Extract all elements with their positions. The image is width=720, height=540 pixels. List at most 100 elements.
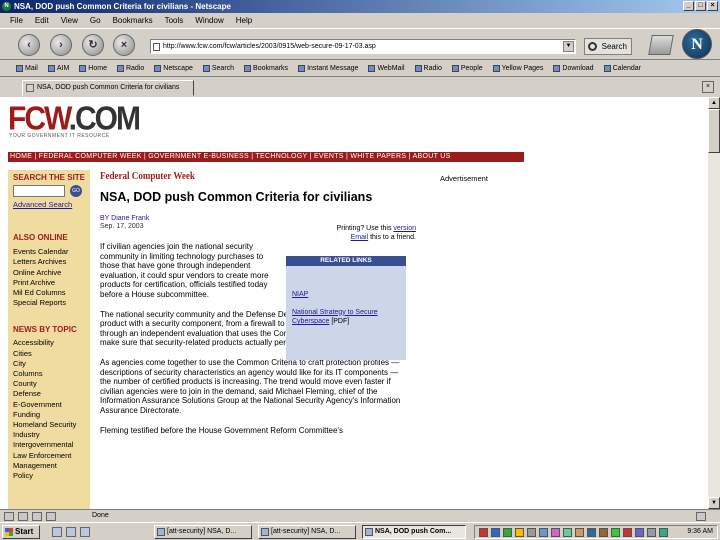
tray-icon[interactable] bbox=[503, 528, 512, 537]
topic-link[interactable]: Intergovernmental bbox=[8, 440, 90, 450]
taskbar-item-active[interactable]: NSA, DOD push Com... bbox=[362, 525, 466, 539]
tray-icon[interactable] bbox=[563, 528, 572, 537]
stop-icon[interactable]: × bbox=[113, 34, 135, 56]
sidebar-link[interactable]: Print Archive bbox=[8, 278, 90, 288]
url-dropdown-icon[interactable]: ▼ bbox=[563, 41, 574, 52]
tray-icon[interactable] bbox=[527, 528, 536, 537]
article-byline[interactable]: BY Diane Frank bbox=[100, 215, 410, 222]
netscape-throbber-icon[interactable]: N bbox=[682, 29, 712, 59]
tray-icon[interactable] bbox=[647, 528, 656, 537]
scroll-down-icon[interactable]: ▼ bbox=[708, 497, 720, 509]
url-input[interactable]: http://www.fcw.com/fcw/articles/2003/091… bbox=[150, 39, 576, 54]
bookmark-item[interactable]: Download bbox=[553, 64, 594, 72]
sidebar-link[interactable]: Events Calendar bbox=[8, 247, 90, 257]
bookmark-item[interactable]: AIM bbox=[47, 64, 69, 72]
menu-tools[interactable]: Tools bbox=[165, 16, 184, 25]
vertical-scrollbar[interactable]: ▲ ▼ bbox=[708, 97, 720, 509]
maximize-button[interactable]: □ bbox=[695, 1, 706, 11]
topic-link[interactable]: Law Enforcement bbox=[8, 451, 90, 461]
site-search-input[interactable] bbox=[13, 185, 65, 197]
bookmark-item[interactable]: Netscape bbox=[154, 64, 193, 72]
tray-icon[interactable] bbox=[623, 528, 632, 537]
scroll-thumb[interactable] bbox=[708, 109, 720, 153]
status-address-icon[interactable] bbox=[46, 512, 56, 521]
bookmark-item[interactable]: WebMail bbox=[368, 64, 405, 72]
bookmark-item[interactable]: Bookmarks bbox=[244, 64, 288, 72]
tray-icon[interactable] bbox=[635, 528, 644, 537]
go-button[interactable]: GO bbox=[70, 185, 82, 197]
scroll-up-icon[interactable]: ▲ bbox=[708, 97, 720, 109]
quicklaunch-ie-icon[interactable] bbox=[52, 527, 62, 537]
bookmark-item[interactable]: Yellow Pages bbox=[492, 64, 543, 72]
bookmark-item[interactable]: Instant Message bbox=[298, 64, 358, 72]
start-button[interactable]: Start bbox=[2, 525, 40, 539]
taskbar-item[interactable]: [att-security] NSA, D... bbox=[258, 525, 356, 539]
sidebar-link[interactable]: Online Archive bbox=[8, 268, 90, 278]
topic-link[interactable]: E-Government bbox=[8, 400, 90, 410]
status-mail-icon[interactable] bbox=[4, 512, 14, 521]
menu-view[interactable]: View bbox=[61, 16, 78, 25]
topic-link[interactable]: Policy bbox=[8, 471, 90, 481]
bookmark-item[interactable]: Mail bbox=[16, 64, 38, 72]
sidebar-link[interactable]: Letters Archives bbox=[8, 257, 90, 267]
tray-icon[interactable] bbox=[551, 528, 560, 537]
taskbar-item[interactable]: [att-security] NSA, D... bbox=[154, 525, 252, 539]
topic-link[interactable]: Accessibility bbox=[8, 338, 90, 348]
status-aim-icon[interactable] bbox=[18, 512, 28, 521]
advanced-search-link[interactable]: Advanced Search bbox=[8, 200, 90, 210]
security-lock-icon[interactable] bbox=[696, 512, 706, 521]
close-button[interactable]: × bbox=[707, 1, 718, 11]
menu-edit[interactable]: Edit bbox=[35, 16, 49, 25]
minimize-button[interactable]: _ bbox=[683, 1, 694, 11]
back-icon[interactable]: ‹ bbox=[18, 34, 40, 56]
tray-icon[interactable] bbox=[491, 528, 500, 537]
reload-icon[interactable]: ↻ bbox=[82, 34, 104, 56]
topic-link[interactable]: Homeland Security bbox=[8, 420, 90, 430]
related-link-strategy[interactable]: National Strategy to Secure bbox=[286, 308, 406, 318]
tray-icon[interactable] bbox=[479, 528, 488, 537]
tray-icon[interactable] bbox=[539, 528, 548, 537]
site-nav-bar[interactable]: HOME | FEDERAL COMPUTER WEEK | GOVERNMEN… bbox=[8, 152, 524, 162]
close-tab-icon[interactable]: × bbox=[702, 81, 714, 93]
topic-link[interactable]: Columns bbox=[8, 369, 90, 379]
menu-go[interactable]: Go bbox=[90, 16, 101, 25]
menu-file[interactable]: File bbox=[10, 16, 23, 25]
topic-link[interactable]: Funding bbox=[8, 410, 90, 420]
home-icon bbox=[79, 64, 87, 72]
forward-icon[interactable]: › bbox=[50, 34, 72, 56]
tray-icon[interactable] bbox=[575, 528, 584, 537]
related-link-cyberspace[interactable]: Cyberspace bbox=[292, 318, 329, 325]
topic-link[interactable]: Industry bbox=[8, 430, 90, 440]
tray-icon[interactable] bbox=[659, 528, 668, 537]
status-composer-icon[interactable] bbox=[32, 512, 42, 521]
email-link[interactable]: Email bbox=[351, 234, 369, 241]
tray-icon[interactable] bbox=[599, 528, 608, 537]
menu-window[interactable]: Window bbox=[195, 16, 223, 25]
bookmark-item[interactable]: Radio bbox=[116, 64, 144, 72]
tray-icon[interactable] bbox=[611, 528, 620, 537]
sidebar-link[interactable]: Special Reports bbox=[8, 298, 90, 308]
topic-link[interactable]: City bbox=[8, 359, 90, 369]
bookmark-item[interactable]: Calendar bbox=[603, 64, 641, 72]
topic-link[interactable]: Cities bbox=[8, 349, 90, 359]
url-text: http://www.fcw.com/fcw/articles/2003/091… bbox=[163, 43, 376, 50]
quicklaunch-outlook-icon[interactable] bbox=[80, 527, 90, 537]
related-link-niap[interactable]: NIAP bbox=[286, 290, 406, 300]
search-button[interactable]: Search bbox=[584, 38, 632, 55]
bookmark-item[interactable]: Radio bbox=[414, 64, 442, 72]
topic-link[interactable]: Management bbox=[8, 461, 90, 471]
tray-icon[interactable] bbox=[515, 528, 524, 537]
quicklaunch-desktop-icon[interactable] bbox=[66, 527, 76, 537]
topic-link[interactable]: Defense bbox=[8, 389, 90, 399]
print-version-link[interactable]: version bbox=[393, 225, 416, 232]
topic-link[interactable]: County bbox=[8, 379, 90, 389]
print-icon[interactable] bbox=[648, 35, 674, 55]
bookmark-item[interactable]: Search bbox=[202, 64, 234, 72]
tab-current[interactable]: NSA, DOD push Common Criteria for civili… bbox=[22, 80, 194, 96]
menu-bookmarks[interactable]: Bookmarks bbox=[113, 16, 153, 25]
bookmark-item[interactable]: Home bbox=[79, 64, 107, 72]
tray-icon[interactable] bbox=[587, 528, 596, 537]
bookmark-item[interactable]: People bbox=[451, 64, 483, 72]
sidebar-link[interactable]: Mil Ed Columns bbox=[8, 288, 90, 298]
menu-help[interactable]: Help bbox=[236, 16, 252, 25]
